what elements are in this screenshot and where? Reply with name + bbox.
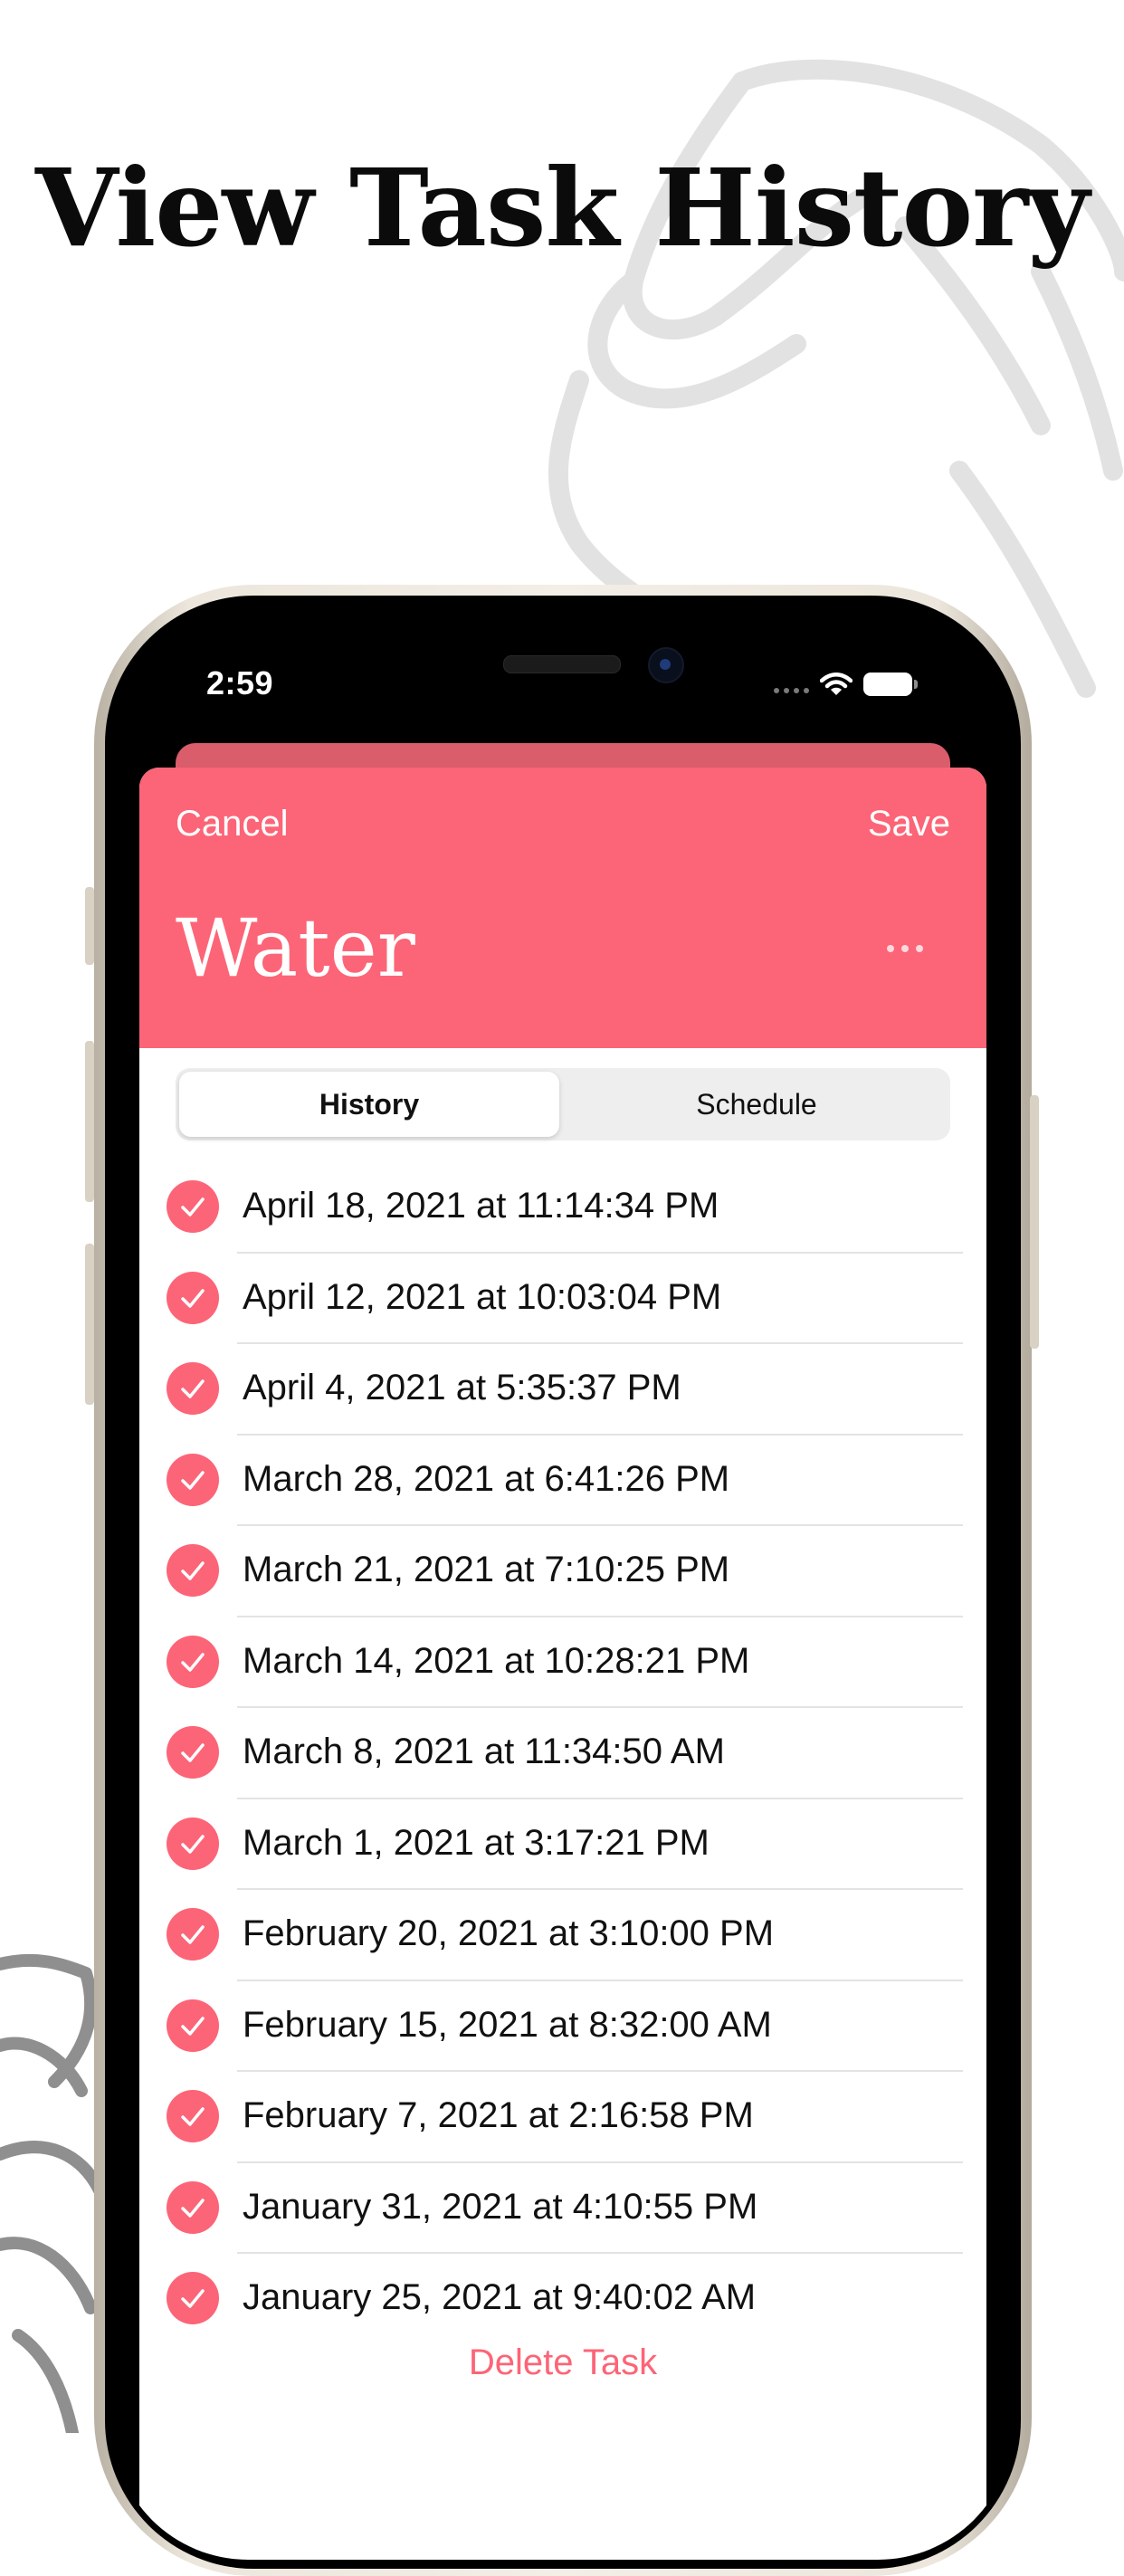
history-entry-text: February 15, 2021 at 8:32:00 AM xyxy=(243,2004,772,2045)
ellipsis-icon[interactable] xyxy=(887,945,923,952)
checkmark-circle-icon xyxy=(167,1908,219,1961)
battery-icon xyxy=(863,673,918,696)
cellular-signal-icon xyxy=(774,675,809,693)
earpiece-speaker xyxy=(503,655,621,673)
checkmark-circle-icon xyxy=(167,1817,219,1870)
history-entry-text: February 7, 2021 at 2:16:58 PM xyxy=(243,2095,754,2135)
save-button[interactable]: Save xyxy=(868,804,950,844)
list-item[interactable]: April 18, 2021 at 11:14:34 PM xyxy=(139,1162,986,1254)
checkmark-circle-icon xyxy=(167,1635,219,1688)
list-item[interactable]: March 1, 2021 at 3:17:21 PM xyxy=(139,1799,986,1890)
history-list: April 18, 2021 at 11:14:34 PM April 12, … xyxy=(139,1162,986,2345)
checkmark-circle-icon xyxy=(167,1544,219,1597)
sheet-header: Cancel Save Water xyxy=(139,768,986,1048)
list-item[interactable]: April 12, 2021 at 10:03:04 PM xyxy=(139,1254,986,1344)
checkmark-circle-icon xyxy=(167,1180,219,1233)
list-item[interactable]: January 25, 2021 at 9:40:02 AM xyxy=(139,2254,986,2345)
task-sheet: Cancel Save Water History Schedule April… xyxy=(139,768,986,2560)
checkmark-circle-icon xyxy=(167,1999,219,2052)
cancel-button[interactable]: Cancel xyxy=(176,804,289,844)
tab-schedule[interactable]: Schedule xyxy=(567,1072,947,1137)
history-entry-text: January 25, 2021 at 9:40:02 AM xyxy=(243,2277,757,2317)
checkmark-circle-icon xyxy=(167,1271,219,1324)
delete-task-button[interactable]: Delete Task xyxy=(139,2342,986,2383)
task-title: Water xyxy=(176,902,415,995)
list-item[interactable]: February 15, 2021 at 8:32:00 AM xyxy=(139,1981,986,2072)
list-item[interactable]: March 8, 2021 at 11:34:50 AM xyxy=(139,1708,986,1799)
checkmark-circle-icon xyxy=(167,1362,219,1415)
status-icons xyxy=(774,666,918,702)
list-item[interactable]: February 7, 2021 at 2:16:58 PM xyxy=(139,2072,986,2163)
history-entry-text: March 14, 2021 at 10:28:21 PM xyxy=(243,1640,750,1681)
checkmark-circle-icon xyxy=(167,1453,219,1506)
history-entry-text: March 1, 2021 at 3:17:21 PM xyxy=(243,1822,710,1863)
list-item[interactable]: February 20, 2021 at 3:10:00 PM xyxy=(139,1890,986,1981)
phone-screen: 2:59 Cancel Save Water History Schedule … xyxy=(112,605,1014,2560)
headline: View Task History xyxy=(35,145,1090,271)
history-entry-text: March 28, 2021 at 6:41:26 PM xyxy=(243,1458,730,1499)
checkmark-circle-icon xyxy=(167,2272,219,2324)
front-camera xyxy=(648,647,684,683)
power-button xyxy=(1030,1095,1039,1349)
history-entry-text: April 4, 2021 at 5:35:37 PM xyxy=(243,1368,681,1407)
status-time: 2:59 xyxy=(206,664,274,701)
volume-down-button xyxy=(85,1244,94,1405)
tab-history[interactable]: History xyxy=(179,1072,559,1137)
list-item[interactable]: March 28, 2021 at 6:41:26 PM xyxy=(139,1436,986,1526)
history-entry-text: April 12, 2021 at 10:03:04 PM xyxy=(243,1276,722,1317)
checkmark-circle-icon xyxy=(167,2090,219,2142)
segmented-control: History Schedule xyxy=(176,1068,950,1140)
volume-up-button xyxy=(85,1041,94,1202)
wifi-icon xyxy=(820,673,853,695)
history-entry-text: March 8, 2021 at 11:34:50 AM xyxy=(243,1732,725,1771)
history-entry-text: February 20, 2021 at 3:10:00 PM xyxy=(243,1913,775,1953)
list-item[interactable]: January 31, 2021 at 4:10:55 PM xyxy=(139,2163,986,2254)
history-entry-text: April 18, 2021 at 11:14:34 PM xyxy=(243,1186,719,1226)
checkmark-circle-icon xyxy=(167,2180,219,2234)
list-item[interactable]: April 4, 2021 at 5:35:37 PM xyxy=(139,1344,986,1436)
checkmark-circle-icon xyxy=(167,1726,219,1779)
history-entry-text: January 31, 2021 at 4:10:55 PM xyxy=(243,2186,758,2227)
history-entry-text: March 21, 2021 at 7:10:25 PM xyxy=(243,1550,730,1589)
mute-switch xyxy=(85,887,94,965)
list-item[interactable]: March 14, 2021 at 10:28:21 PM xyxy=(139,1617,986,1708)
list-item[interactable]: March 21, 2021 at 7:10:25 PM xyxy=(139,1526,986,1617)
